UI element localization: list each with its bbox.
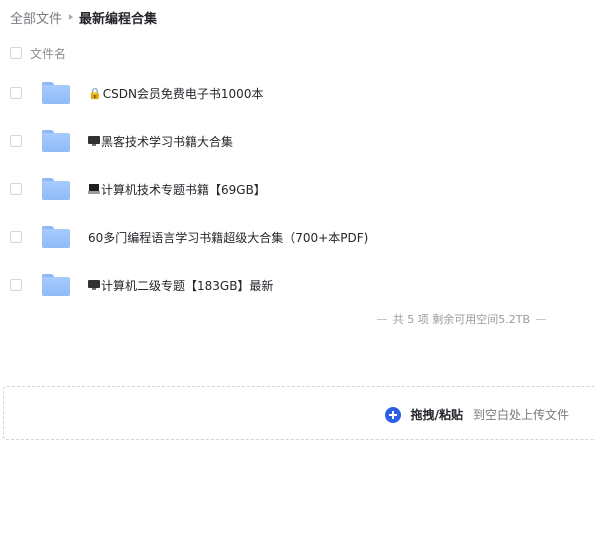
folder-icon [42, 226, 70, 248]
file-name-text: 计算机二级专题【183GB】最新 [101, 278, 274, 293]
folder-icon [42, 178, 70, 200]
file-row[interactable]: 计算机技术专题书籍【69GB】 [0, 165, 596, 213]
breadcrumb-root-link[interactable]: 全部文件 [10, 8, 62, 27]
folder-icon [42, 130, 70, 152]
breadcrumb-separator-icon [69, 14, 74, 20]
file-name[interactable]: 🔒 CSDN会员免费电子书1000本 [88, 85, 263, 102]
row-checkbox[interactable] [10, 183, 22, 195]
lock-icon: 🔒 [88, 86, 102, 100]
row-checkbox[interactable] [10, 231, 22, 243]
monitor-icon [88, 280, 100, 290]
folder-icon [42, 274, 70, 296]
list-header: 文件名 [10, 44, 66, 62]
upload-label[interactable]: 拖拽/粘贴 [411, 406, 463, 423]
divider [536, 318, 546, 320]
file-name-text: CSDN会员免费电子书1000本 [102, 86, 264, 101]
row-checkbox[interactable] [10, 135, 22, 147]
upload-prompt[interactable]: 拖拽/粘贴 到空白处上传文件 [384, 406, 569, 423]
monitor-icon [88, 136, 100, 146]
file-row[interactable]: 60多门编程语言学习书籍超级大合集（700+本PDF) [0, 213, 596, 261]
summary-text: 共 5 项 剩余可用空间5.2TB [392, 313, 530, 326]
select-all-checkbox[interactable] [10, 47, 22, 59]
divider [376, 318, 387, 320]
file-name[interactable]: 黑客技术学习书籍大合集 [88, 133, 233, 150]
file-name[interactable]: 计算机二级专题【183GB】最新 [88, 277, 273, 294]
file-name[interactable]: 60多门编程语言学习书籍超级大合集（700+本PDF) [88, 229, 368, 246]
breadcrumb: 全部文件 最新编程合集 [10, 8, 158, 27]
name-column-header[interactable]: 文件名 [30, 45, 66, 62]
file-name[interactable]: 计算机技术专题书籍【69GB】 [88, 181, 266, 198]
file-row[interactable]: 计算机二级专题【183GB】最新 [0, 261, 596, 309]
upload-dropzone[interactable]: 拖拽/粘贴 到空白处上传文件 [3, 386, 596, 440]
folder-icon [42, 82, 70, 104]
breadcrumb-current: 最新编程合集 [79, 11, 158, 27]
file-browser: 全部文件 最新编程合集 文件名 🔒 CSDN会员免费电子书1000本 黑客技术学… [0, 0, 596, 548]
file-name-text: 60多门编程语言学习书籍超级大合集（700+本PDF) [88, 230, 369, 245]
row-checkbox[interactable] [10, 87, 22, 99]
file-row[interactable]: 黑客技术学习书籍大合集 [0, 117, 596, 165]
storage-summary: 共 5 项 剩余可用空间5.2TB [0, 311, 596, 327]
file-name-text: 计算机技术专题书籍【69GB】 [101, 182, 266, 197]
laptop-icon [88, 184, 100, 194]
file-row[interactable]: 🔒 CSDN会员免费电子书1000本 [0, 69, 596, 117]
upload-hint: 到空白处上传文件 [472, 408, 569, 422]
plus-circle-icon[interactable] [384, 406, 401, 423]
file-name-text: 黑客技术学习书籍大合集 [101, 134, 234, 149]
row-checkbox[interactable] [10, 279, 22, 291]
